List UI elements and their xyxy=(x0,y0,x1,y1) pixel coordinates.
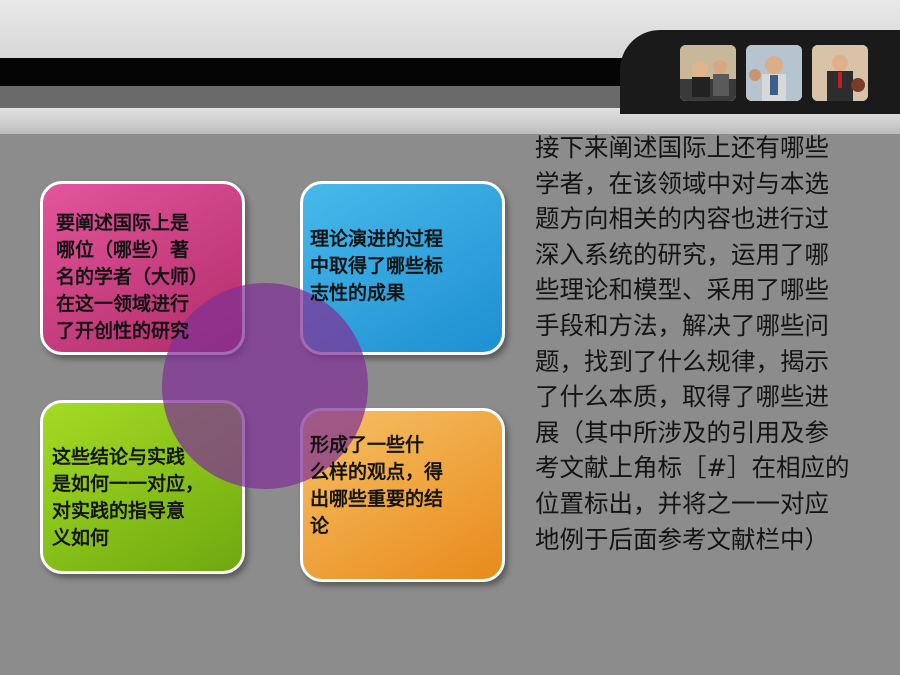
orange-card-text: 形成了一些什 么样的观点，得 出哪些重要的结 论 xyxy=(310,434,444,537)
business-photo-2 xyxy=(746,45,802,101)
business-photo-1 xyxy=(680,45,736,101)
business-photo-3 xyxy=(812,45,868,101)
green-card-text: 这些结论与实践 是如何一一对应， 对实践的指导意 义如何 xyxy=(52,446,205,549)
blue-card-text: 理论演进的过程 中取得了哪些标 志性的成果 xyxy=(310,228,444,304)
description-text: 接下来阐述国际上还有哪些 学者，在该领域中对与本选 题方向相关的内容也进行过 深… xyxy=(535,133,850,554)
pink-card-text: 要阐述国际上是 哪位（哪些）著 名的学者（大师） 在这一领域进行 了开创性的研究 xyxy=(56,212,209,342)
